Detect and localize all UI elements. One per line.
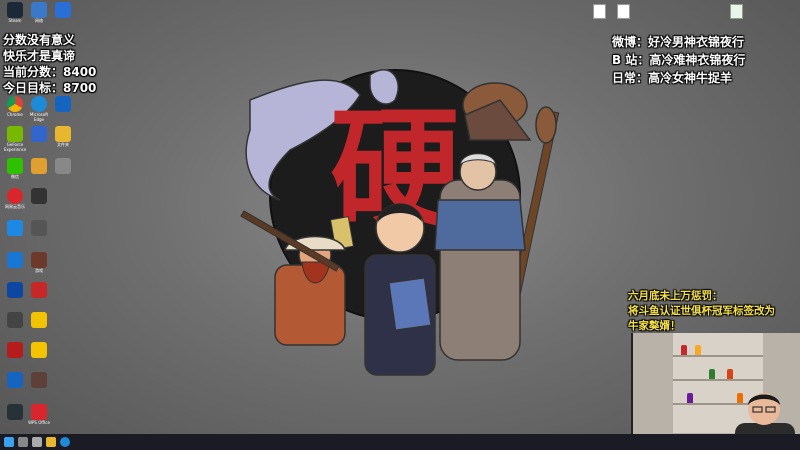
app-icon: [7, 342, 23, 358]
wps-icon: [31, 404, 47, 420]
taskbar: [0, 434, 800, 450]
desktop-file-icon[interactable]: [725, 4, 747, 34]
app-icon: [7, 252, 23, 268]
desktop-file-icon[interactable]: [588, 4, 610, 34]
file-icon: [592, 4, 606, 19]
desktop-icon[interactable]: [28, 342, 50, 368]
desktop-icon[interactable]: [28, 188, 50, 214]
app-icon: [31, 158, 47, 174]
desktop-icon[interactable]: [28, 282, 50, 308]
app-icon: [7, 372, 23, 388]
desktop-icon[interactable]: [4, 220, 26, 246]
app-icon: [7, 282, 23, 298]
notice-line-2: 将斗鱼认证世俱杯冠军标签改为: [628, 305, 775, 317]
task-view-icon[interactable]: [32, 437, 42, 447]
desktop-icon[interactable]: [4, 404, 26, 430]
desktop-icon[interactable]: [52, 158, 74, 184]
file-icon: [729, 4, 743, 19]
nvidia-icon: [7, 126, 23, 142]
app-icon: [31, 312, 47, 328]
desktop-file-icon[interactable]: [612, 4, 634, 34]
overlay-daily: 日常：高冷女神牛捉羊: [612, 71, 733, 85]
notice-line-3: 牛家獒婿！: [628, 320, 681, 332]
desktop-icon[interactable]: [52, 96, 74, 122]
overlay-bilibili: B 站：高冷难神衣锦夜行: [612, 53, 746, 67]
overlay-motto-1: 分数没有意义: [3, 33, 76, 47]
desktop-icon[interactable]: [4, 342, 26, 368]
desktop-icon[interactable]: [28, 220, 50, 246]
penalty-notice: 六月底未上万惩罚： 将斗鱼认证世俱杯冠军标签改为 牛家獒婿！: [628, 289, 798, 334]
notice-line-1: 六月底未上万惩罚：: [628, 290, 723, 302]
app-icon: [7, 312, 23, 328]
desktop-icon-wechat[interactable]: 微信: [4, 158, 26, 184]
desktop-icon[interactable]: [4, 252, 26, 278]
app-icon: [31, 126, 47, 142]
app-icon: [31, 282, 47, 298]
wechat-icon: [7, 158, 23, 174]
social-overlay: 微博：好冷男神衣锦夜行 B 站：高冷难神衣锦夜行 日常：高冷女神牛捉羊: [612, 33, 745, 87]
windows-icon[interactable]: [4, 437, 14, 447]
desktop-icon[interactable]: [4, 282, 26, 308]
desktop-icon-edge[interactable]: Microsoft Edge: [28, 96, 50, 122]
file-icon: [616, 4, 630, 19]
desktop-icon[interactable]: [4, 312, 26, 338]
steam-icon: [7, 2, 23, 18]
edge-icon[interactable]: [60, 437, 70, 447]
desktop-icon[interactable]: [28, 158, 50, 184]
app-icon: [7, 220, 23, 236]
app-icon: [31, 372, 47, 388]
game-icon: [31, 252, 47, 268]
overlay-weibo: 微博：好冷男神衣锦夜行: [612, 35, 745, 49]
desktop-icon[interactable]: [28, 312, 50, 338]
desktop-icon-game[interactable]: 游戏: [28, 252, 50, 278]
app-icon: [31, 188, 47, 204]
app-icon: [7, 404, 23, 420]
desktop-icon-netease[interactable]: 网易云音乐: [4, 188, 26, 214]
desktop-icon[interactable]: [28, 126, 50, 152]
desktop-icon-chrome[interactable]: Chrome: [4, 96, 26, 122]
search-icon[interactable]: [18, 437, 28, 447]
chrome-icon: [7, 96, 23, 112]
overlay-current-score: 当前分数：8400: [3, 65, 97, 79]
desktop-icon[interactable]: [52, 2, 74, 28]
score-overlay: 分数没有意义 快乐才是真谛 当前分数：8400 今日目标：8700: [0, 32, 96, 96]
desktop-icon-folder[interactable]: 文件夹: [52, 126, 74, 152]
desktop-icon-nvidia[interactable]: GeForce Experience: [4, 126, 26, 152]
webcam-feed: [631, 333, 800, 450]
app-icon: [55, 96, 71, 112]
network-icon: [31, 2, 47, 18]
staff-orb: [535, 106, 557, 144]
overlay-motto-2: 快乐才是真谛: [3, 49, 76, 63]
app-icon: [31, 220, 47, 236]
file-explorer-icon[interactable]: [46, 437, 56, 447]
desktop-icon[interactable]: [28, 372, 50, 398]
app-icon: [55, 2, 71, 18]
app-icon: [55, 158, 71, 174]
overlay-target-score: 今日目标：8700: [3, 81, 97, 95]
desktop-icon-network[interactable]: 网络: [28, 2, 50, 28]
desktop-icon[interactable]: [4, 372, 26, 398]
desktop-icon-wps[interactable]: WPS Office: [28, 404, 50, 430]
app-icon: [31, 342, 47, 358]
folder-icon: [55, 126, 71, 142]
wizard-cloak: [434, 199, 526, 251]
poster-held: [387, 276, 433, 332]
edge-icon: [31, 96, 47, 112]
desktop-icon-steam[interactable]: Steam: [4, 2, 26, 28]
netease-music-icon: [7, 188, 23, 204]
